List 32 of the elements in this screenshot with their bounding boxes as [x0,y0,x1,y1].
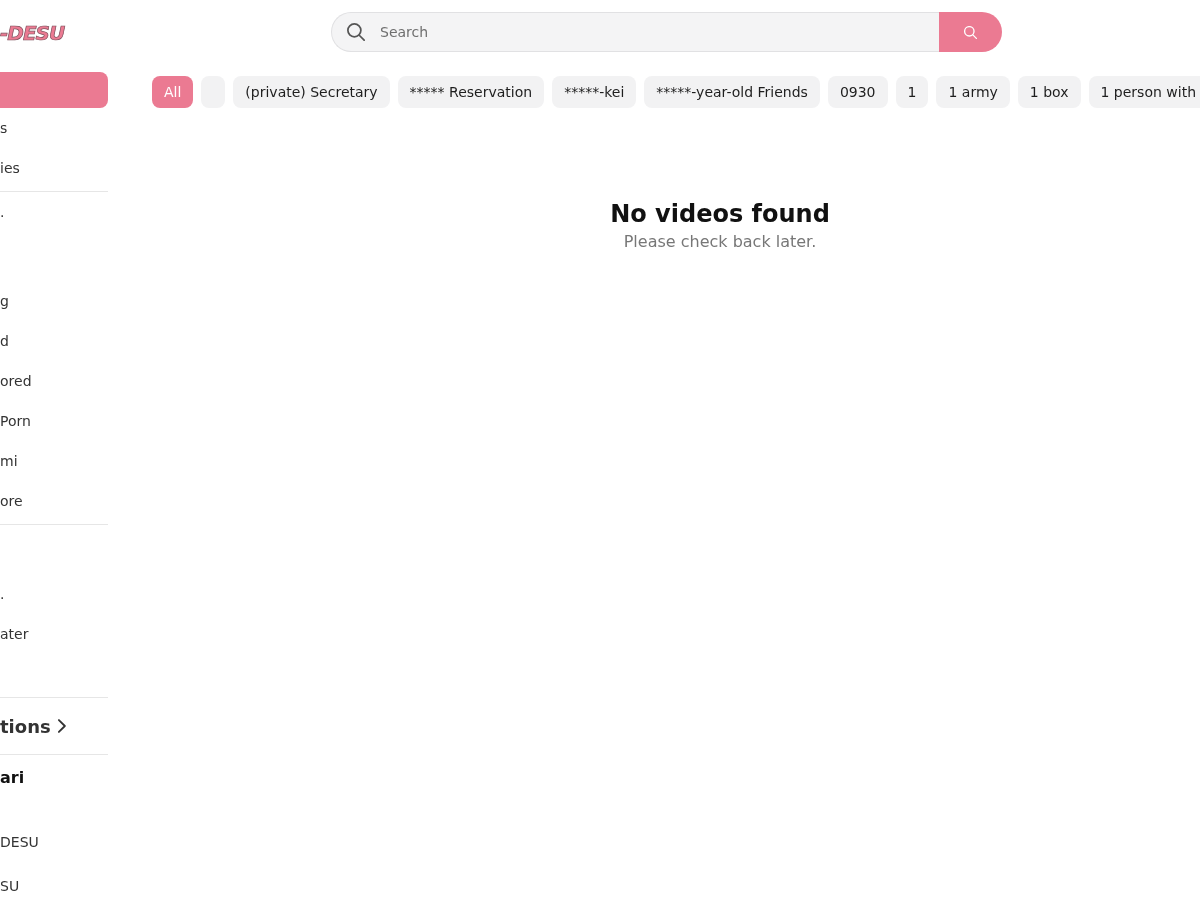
sidebar-item[interactable]: s [0,108,108,148]
search-button[interactable] [939,12,1002,52]
filter-chip[interactable]: *****-year-old Friends [644,76,820,108]
search-icon [347,23,365,41]
sidebar-item[interactable]: g [0,281,108,321]
sidebar-item[interactable]: ore [0,481,108,521]
sidebar-item[interactable]: d [0,321,108,361]
filter-chip[interactable]: ***** Reservation [397,76,545,108]
search-icon [964,25,977,39]
search-field[interactable]: Search [331,12,939,52]
sidebar-item[interactable]: DESU [0,820,108,864]
empty-state-message: Please check back later. [623,232,817,252]
filter-chip[interactable]: (private) Secretary [233,76,390,108]
sidebar-item[interactable]: . [0,192,108,232]
filter-chip[interactable]: 1 [895,76,929,108]
sidebar-item[interactable]: ored [0,361,108,401]
filter-chip[interactable]: 1 person with [1088,76,1200,108]
filter-chip[interactable]: *****-kei [552,76,637,108]
group-heading: ari [0,766,26,789]
filter-chip[interactable]: 1 box [1017,76,1081,108]
sidebar-item[interactable]: Porn [0,401,108,441]
sidebar-item[interactable] [0,72,108,108]
sidebar-item[interactable]: mi [0,441,108,481]
empty-state-title: No videos found [610,200,830,228]
chevron-right-icon [57,719,66,733]
filter-chip[interactable]: 1 army [936,76,1010,108]
sidebar-item[interactable]: ies [0,148,108,188]
filter-chip[interactable]: 0930 [827,76,888,108]
section-link[interactable]: tions [0,698,108,754]
sidebar-item[interactable]: ater [0,614,108,654]
sidebar-item[interactable]: . [0,574,108,614]
sidebar-item[interactable]: SU [0,864,108,900]
